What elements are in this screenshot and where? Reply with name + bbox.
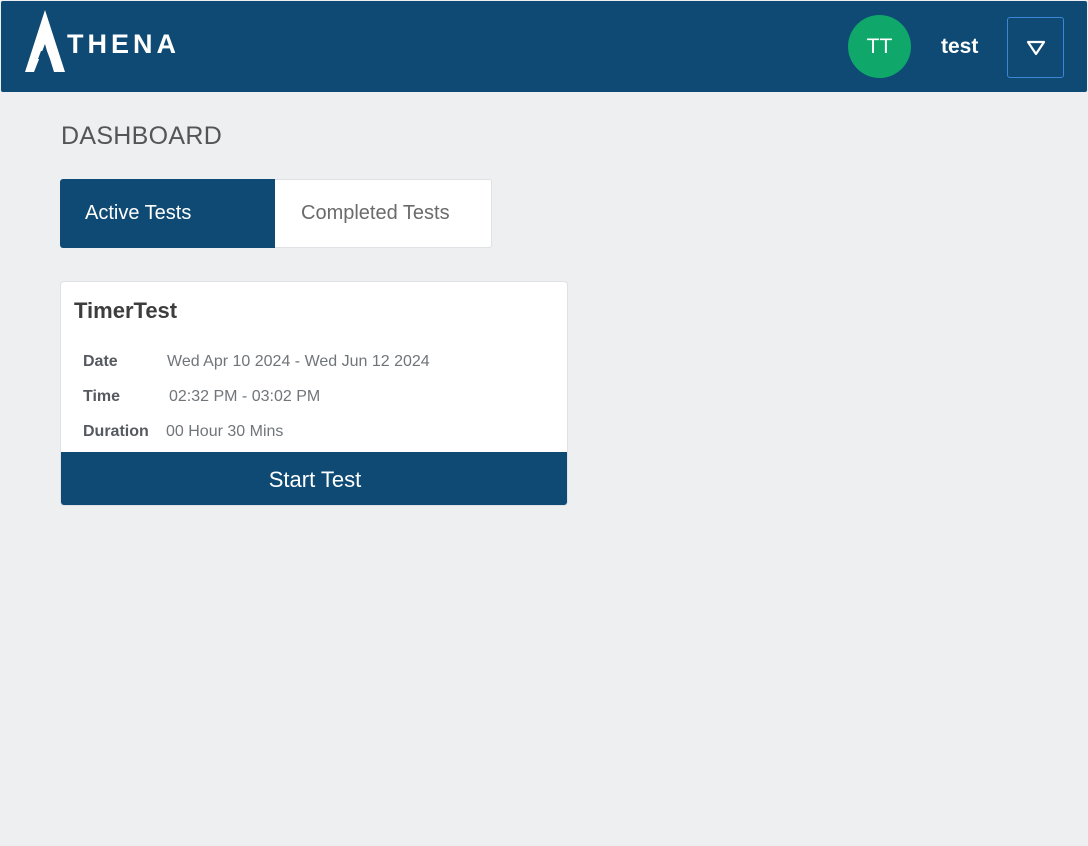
test-card: TimerTest Date Wed Apr 10 2024 - Wed Jun…: [60, 281, 568, 506]
athena-logo[interactable]: THENA: [25, 10, 180, 72]
tab-completed-tests[interactable]: Completed Tests: [275, 179, 492, 248]
test-title: TimerTest: [74, 298, 178, 323]
time-value: 02:32 PM - 03:02 PM: [169, 388, 321, 405]
duration-value: 00 Hour 30 Mins: [166, 423, 284, 440]
top-navbar: THENA TT test: [1, 1, 1087, 92]
date-label: Date: [83, 353, 118, 370]
time-label: Time: [83, 388, 121, 405]
username[interactable]: test: [941, 35, 978, 59]
tab-active-tests[interactable]: Active Tests: [60, 179, 275, 248]
start-test-button[interactable]: Start Test: [61, 452, 567, 505]
user-menu-button[interactable]: [1007, 17, 1064, 78]
logo-text: THENA: [67, 28, 180, 59]
triangle-down-icon: [1026, 40, 1045, 55]
page-title: DASHBOARD: [61, 122, 223, 150]
duration-label: Duration: [83, 423, 149, 440]
avatar[interactable]: TT: [848, 15, 911, 78]
date-value: Wed Apr 10 2024 - Wed Jun 12 2024: [167, 353, 430, 370]
test-tabs: Active Tests Completed Tests: [60, 179, 492, 248]
athena-logo-icon: [25, 10, 65, 72]
